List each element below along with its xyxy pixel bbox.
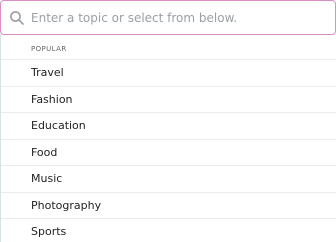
topic-list: POPULAR Travel Fashion Education Food Mu… [0, 35, 336, 242]
list-item-photography[interactable]: Photography [1, 191, 336, 218]
list-item-music[interactable]: Music [1, 165, 336, 192]
list-item-sports[interactable]: Sports [1, 218, 336, 242]
list-item-fashion[interactable]: Fashion [1, 85, 336, 112]
topic-picker: POPULAR Travel Fashion Education Food Mu… [0, 0, 336, 242]
search-bar[interactable] [0, 0, 336, 35]
search-icon [9, 10, 25, 26]
search-input[interactable] [31, 8, 327, 28]
list-item-label: Education [31, 119, 86, 132]
list-item-label: Travel [31, 66, 64, 79]
list-item-label: Music [31, 172, 63, 185]
list-item-travel[interactable]: Travel [1, 59, 336, 86]
list-item-label: Food [31, 145, 58, 159]
list-item-label: Sports [31, 225, 67, 238]
section-label-popular: POPULAR [31, 45, 67, 53]
list-item-food[interactable]: Food [1, 138, 336, 165]
list-item-education[interactable]: Education [1, 112, 336, 139]
list-item-label: Fashion [31, 92, 73, 106]
list-item-label: Photography [31, 198, 102, 212]
